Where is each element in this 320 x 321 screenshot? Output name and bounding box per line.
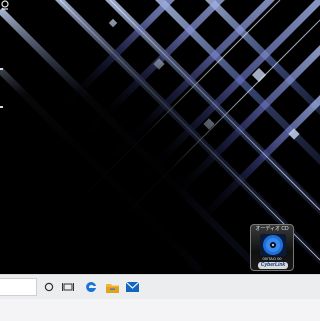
cyberlink-disc-gadget[interactable]: オーディオ CD 00/TAO 00 CyberLink (250, 224, 294, 271)
gadget-counter: 00/TAO 00 (262, 256, 282, 261)
desktop-icon-partial[interactable] (0, 106, 3, 108)
taskbar-lower-area (0, 299, 320, 321)
cortana-icon[interactable] (41, 279, 57, 295)
desktop-icon-partial[interactable] (0, 68, 3, 70)
file-explorer-icon[interactable] (104, 279, 120, 295)
taskbar (0, 274, 320, 321)
disc-icon (260, 234, 286, 256)
gadget-controls-icon[interactable] (0, 0, 10, 12)
search-box[interactable] (0, 278, 37, 296)
task-view-icon[interactable] (60, 279, 76, 295)
edge-icon[interactable] (83, 279, 99, 295)
cyberlink-logo: CyberLink (258, 262, 288, 269)
mail-icon[interactable] (124, 279, 140, 295)
desktop: オーディオ CD 00/TAO 00 CyberLink (0, 0, 320, 274)
gadget-title: オーディオ CD (255, 226, 289, 232)
